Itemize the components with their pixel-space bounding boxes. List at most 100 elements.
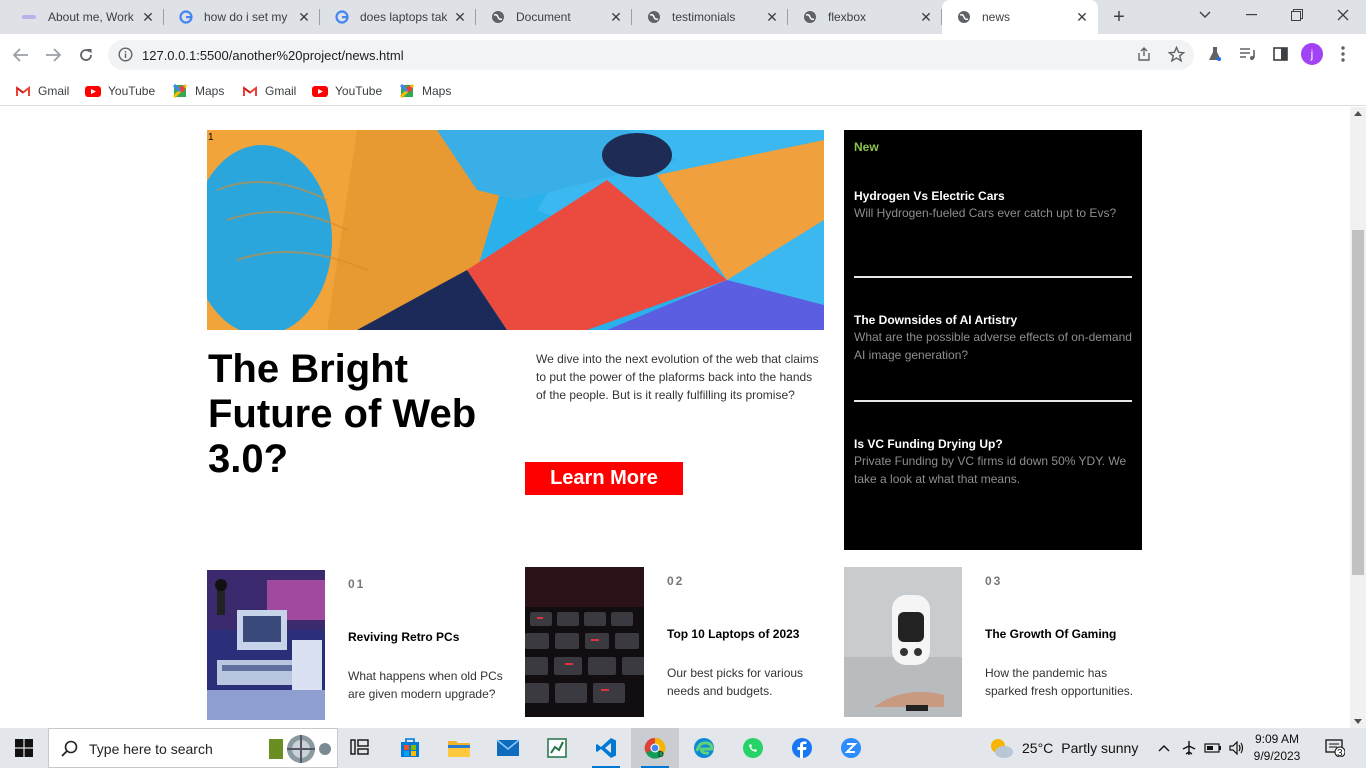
close-icon[interactable]: ✕	[918, 9, 934, 25]
whatsapp-app[interactable]	[729, 728, 777, 768]
forward-button[interactable]	[40, 42, 66, 68]
reading-list-icon	[1240, 48, 1255, 60]
close-icon[interactable]: ✕	[452, 9, 468, 25]
volume-button[interactable]	[1226, 728, 1248, 768]
mail-app[interactable]	[484, 728, 532, 768]
restore-button[interactable]	[1274, 0, 1320, 30]
page-icon	[22, 9, 38, 25]
bookmark-gmail[interactable]: Gmail	[242, 82, 296, 100]
globe-icon	[490, 9, 506, 25]
share-button[interactable]	[1132, 42, 1156, 66]
sidebar-article[interactable]: Hydrogen Vs Electric Cars Will Hydrogen-…	[854, 189, 1132, 222]
card-title[interactable]: Top 10 Laptops of 2023	[667, 627, 799, 641]
chrome-app[interactable]: D	[631, 728, 679, 768]
scroll-down-icon[interactable]	[1354, 719, 1362, 724]
new-tab-button[interactable]: +	[1108, 6, 1130, 28]
article-card[interactable]: 01 Reviving Retro PCs What happens when …	[207, 570, 507, 728]
tab-search-button[interactable]	[1182, 0, 1228, 30]
edge-app[interactable]	[680, 728, 728, 768]
back-button[interactable]	[8, 42, 34, 68]
card-desc: How the pandemic has sparked fresh oppor…	[985, 666, 1134, 698]
tab-how-do-i[interactable]: how do i set my ✕	[164, 0, 320, 34]
tab-news[interactable]: news ✕	[942, 0, 1098, 34]
restore-icon	[1291, 9, 1303, 21]
close-window-button[interactable]	[1320, 0, 1366, 30]
taskbar-clock[interactable]: 9:09 AM 9/9/2023	[1252, 731, 1302, 765]
bookmark-maps[interactable]: Maps	[399, 82, 451, 100]
chevron-down-icon	[1199, 11, 1211, 18]
sidebar-article[interactable]: The Downsides of AI Artistry What are th…	[854, 313, 1132, 364]
tab-does-laptops[interactable]: does laptops tak ✕	[320, 0, 476, 34]
windows-icon	[15, 739, 33, 757]
tab-title: About me, Work	[48, 10, 134, 24]
url-text[interactable]: 127.0.0.1:5500/another%20project/news.ht…	[142, 48, 404, 63]
sidebar-article[interactable]: Is VC Funding Drying Up? Private Funding…	[854, 437, 1132, 488]
gmail-icon	[15, 84, 31, 98]
bookmark-gmail[interactable]: Gmail	[15, 82, 69, 100]
minimize-button[interactable]	[1228, 0, 1274, 30]
card-title[interactable]: The Growth Of Gaming	[985, 627, 1116, 641]
profile-avatar[interactable]: j	[1301, 43, 1323, 65]
side-panel-button[interactable]	[1268, 42, 1292, 66]
file-explorer-app[interactable]	[435, 728, 483, 768]
maps-icon	[399, 84, 415, 98]
zoom-app[interactable]	[827, 728, 875, 768]
scroll-up-icon[interactable]	[1354, 111, 1362, 116]
labs-button[interactable]	[1203, 42, 1227, 66]
sidebar-article-title[interactable]: Is VC Funding Drying Up?	[854, 437, 1132, 452]
taskbar-search[interactable]: Type here to search	[48, 728, 338, 768]
close-icon[interactable]: ✕	[764, 9, 780, 25]
tab-document[interactable]: Document ✕	[476, 0, 632, 34]
game-controller-image	[844, 567, 962, 717]
search-highlight-icon[interactable]	[261, 731, 337, 772]
bookmark-youtube[interactable]: YouTube	[312, 82, 382, 100]
start-button[interactable]	[0, 728, 48, 768]
tab-about-me[interactable]: About me, Work ✕	[8, 0, 164, 34]
info-icon[interactable]	[118, 47, 133, 67]
bookmark-maps[interactable]: Maps	[172, 82, 224, 100]
task-view-button[interactable]	[336, 728, 384, 768]
tab-title: news	[982, 10, 1011, 24]
google-icon	[178, 9, 194, 25]
page-viewport: 1 The Bright Future of Web 3.0? We dive …	[0, 107, 1350, 728]
network-button[interactable]	[1178, 728, 1200, 768]
notifications-button[interactable]: 3	[1318, 728, 1352, 768]
tab-testimonials[interactable]: testimonials ✕	[632, 0, 788, 34]
menu-button[interactable]	[1331, 42, 1355, 66]
scrollbar-thumb[interactable]	[1352, 230, 1364, 575]
facebook-app[interactable]	[778, 728, 826, 768]
vertical-scrollbar[interactable]	[1350, 107, 1366, 728]
side-panel-icon	[1272, 47, 1288, 61]
close-icon[interactable]: ✕	[140, 9, 156, 25]
show-hidden-icons-button[interactable]	[1154, 728, 1174, 768]
sidebar-article-title[interactable]: Hydrogen Vs Electric Cars	[854, 189, 1132, 204]
gmail-icon	[242, 84, 258, 98]
sidebar-article-title[interactable]: The Downsides of AI Artistry	[854, 313, 1132, 328]
tab-strip: About me, Work ✕ how do i set my ✕ does …	[0, 0, 1366, 34]
learn-more-button[interactable]: Learn More	[525, 462, 683, 495]
chevron-up-icon	[1158, 745, 1170, 752]
office-app[interactable]	[533, 728, 581, 768]
tab-flexbox[interactable]: flexbox ✕	[788, 0, 942, 34]
globe-icon	[956, 9, 972, 25]
svg-text:D: D	[658, 750, 664, 759]
article-card[interactable]: 02 Top 10 Laptops of 2023 Our best picks…	[525, 567, 825, 727]
close-icon[interactable]: ✕	[296, 9, 312, 25]
battery-button[interactable]	[1202, 728, 1224, 768]
close-icon[interactable]: ✕	[608, 9, 624, 25]
sidebar-article-desc: Will Hydrogen-fueled Cars ever catch upt…	[854, 206, 1117, 220]
close-icon[interactable]: ✕	[1074, 9, 1090, 25]
minimize-icon	[1245, 14, 1257, 16]
clock-time: 9:09 AM	[1254, 732, 1300, 746]
bookmark-label: YouTube	[335, 84, 383, 98]
article-card[interactable]: 03 The Growth Of Gaming How the pandemic…	[844, 567, 1144, 727]
reading-list-button[interactable]	[1235, 42, 1259, 66]
vscode-app[interactable]	[582, 728, 630, 768]
bookmark-youtube[interactable]: YouTube	[85, 82, 155, 100]
reload-button[interactable]	[73, 42, 99, 68]
address-bar[interactable]: 127.0.0.1:5500/another%20project/news.ht…	[108, 40, 1194, 70]
weather-widget[interactable]: 25°C Partly sunny	[988, 728, 1138, 768]
microsoft-store-app[interactable]	[386, 728, 434, 768]
card-title[interactable]: Reviving Retro PCs	[348, 630, 459, 644]
bookmark-star-button[interactable]	[1164, 42, 1188, 66]
